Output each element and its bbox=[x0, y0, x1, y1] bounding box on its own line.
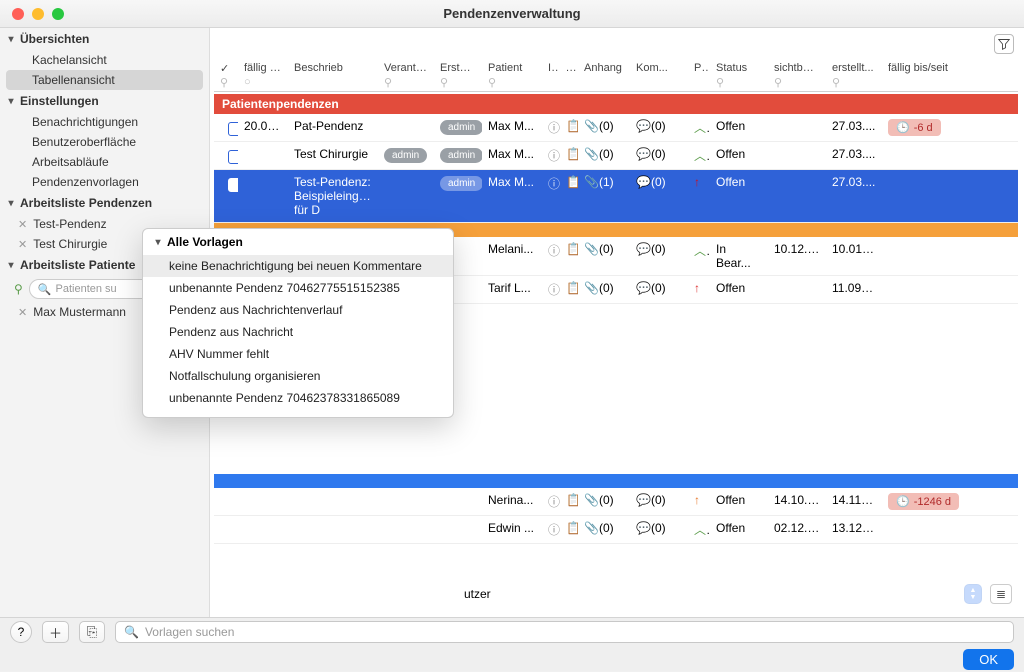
paperclip-icon: 📎 bbox=[584, 281, 599, 295]
priority-up-icon: ︿ bbox=[694, 523, 710, 537]
clipboard-icon: 📋 bbox=[566, 242, 578, 256]
filter-icon bbox=[998, 38, 1010, 50]
creator-badge: admin bbox=[440, 176, 482, 191]
priority-up-icon: ︿ bbox=[694, 149, 710, 163]
paperclip-icon: 📎 bbox=[584, 119, 599, 133]
help-button[interactable]: ? bbox=[10, 621, 32, 643]
sidebar-item-benutzeroberflaeche[interactable]: Benutzeroberfläche bbox=[0, 132, 209, 152]
info-icon: ⓘ bbox=[548, 495, 560, 509]
sidebar-section-einstellungen[interactable]: ▾ Einstellungen bbox=[0, 90, 209, 112]
table-row[interactable]: Edwin ... ⓘ 📋 📎(0) 💬(0) ︿ Offen 02.12.19… bbox=[214, 516, 1018, 544]
search-icon: 🔍 bbox=[124, 625, 139, 639]
info-icon: ⓘ bbox=[548, 244, 560, 258]
paperclip-icon: 📎 bbox=[584, 175, 599, 189]
close-icon[interactable]: ✕ bbox=[18, 218, 27, 231]
ok-button[interactable]: OK bbox=[963, 649, 1014, 670]
info-icon[interactable]: ⓘ bbox=[548, 177, 560, 191]
add-patient-icon[interactable]: ⚲ bbox=[14, 282, 23, 296]
clipboard-icon[interactable]: 📋 bbox=[566, 119, 578, 133]
paperclip-icon: 📎 bbox=[584, 242, 599, 256]
due-badge: 🕒-1246 d bbox=[888, 493, 959, 510]
priority-up-icon: ︿ bbox=[694, 121, 710, 135]
paperclip-icon: 📎 bbox=[584, 493, 599, 507]
info-icon: ⓘ bbox=[548, 523, 560, 537]
row-checkbox[interactable] bbox=[228, 178, 238, 192]
popup-item[interactable]: Notfallschulung organisieren bbox=[143, 365, 453, 387]
table-row[interactable]: Nerina... ⓘ 📋 📎(0) 💬(0) ↑ Offen 14.10.20… bbox=[214, 488, 1018, 516]
sidebar-item-benachrichtigungen[interactable]: Benachrichtigungen bbox=[0, 112, 209, 132]
paperclip-icon: 📎 bbox=[584, 521, 599, 535]
paperclip-icon: 📎 bbox=[584, 147, 599, 161]
add-button[interactable]: ＋ bbox=[42, 621, 69, 643]
creator-badge: admin bbox=[440, 148, 482, 163]
template-search-input[interactable]: 🔍 Vorlagen suchen bbox=[115, 621, 1014, 643]
sidebar-item-tabellenansicht[interactable]: Tabellenansicht bbox=[6, 70, 203, 90]
group-header-patientenpendenzen[interactable]: Patientenpendenzen bbox=[214, 94, 1018, 114]
popup-item[interactable]: Pendenz aus Nachrichtenverlauf bbox=[143, 299, 453, 321]
comment-icon: 💬 bbox=[636, 119, 651, 133]
row-checkbox[interactable] bbox=[228, 122, 238, 136]
popup-item[interactable]: unbenannte Pendenz 70462775515152385 bbox=[143, 277, 453, 299]
sidebar-item-pendenzenvorlagen[interactable]: Pendenzenvorlagen bbox=[0, 172, 209, 192]
comment-icon: 💬 bbox=[636, 493, 651, 507]
sidebar-item-arbeitsablaeufe[interactable]: Arbeitsabläufe bbox=[0, 152, 209, 172]
popup-header[interactable]: ▾ Alle Vorlagen bbox=[143, 229, 453, 255]
table-row[interactable]: Test Chirurgie admin admin Max M... ⓘ 📋 … bbox=[214, 142, 1018, 170]
window-title: Pendenzenverwaltung bbox=[0, 6, 1024, 21]
column-filter-row[interactable]: ⚲ ○ ⚲ ⚲ ⚲ ⚲ ⚲ ⚲ bbox=[214, 76, 1018, 94]
clock-icon: 🕒 bbox=[896, 495, 910, 508]
stepper-control[interactable]: ▲▼ bbox=[964, 584, 982, 604]
due-badge: 🕒-6 d bbox=[888, 119, 941, 136]
summary-text: utzer bbox=[214, 587, 964, 601]
popup-item[interactable]: keine Benachrichtigung bei neuen Komment… bbox=[143, 255, 453, 277]
info-icon: ⓘ bbox=[548, 283, 560, 297]
close-icon[interactable]: ✕ bbox=[18, 238, 27, 251]
filter-button[interactable] bbox=[994, 34, 1014, 54]
search-icon: 🔍 bbox=[38, 283, 52, 296]
chevron-down-icon: ▾ bbox=[6, 96, 16, 107]
sidebar-section-uebersichten[interactable]: ▾ Übersichten bbox=[0, 28, 209, 50]
close-icon[interactable]: ✕ bbox=[18, 306, 27, 319]
responsible-badge: admin bbox=[384, 148, 427, 163]
creator-badge: admin bbox=[440, 120, 482, 135]
templates-popup: ▾ Alle Vorlagen keine Benachrichtigung b… bbox=[142, 228, 454, 418]
comment-icon: 💬 bbox=[636, 175, 651, 189]
chevron-down-icon: ▾ bbox=[6, 198, 16, 209]
chevron-down-icon: ▾ bbox=[6, 34, 16, 45]
comment-icon: 💬 bbox=[636, 147, 651, 161]
clipboard-icon: 📋 bbox=[566, 521, 578, 535]
priority-up-icon: ↑ bbox=[694, 281, 700, 295]
comment-icon: 💬 bbox=[636, 521, 651, 535]
sidebar-section-arbeitsliste-pendenzen[interactable]: ▾ Arbeitsliste Pendenzen bbox=[0, 192, 209, 214]
group-header-blue[interactable] bbox=[214, 474, 1018, 488]
clipboard-icon[interactable]: 📋 bbox=[566, 175, 578, 189]
clock-icon: 🕒 bbox=[896, 121, 910, 134]
priority-up-icon: ︿ bbox=[694, 244, 710, 258]
priority-up-icon: ↑ bbox=[694, 175, 700, 189]
comment-icon: 💬 bbox=[636, 242, 651, 256]
row-checkbox[interactable] bbox=[228, 150, 238, 164]
filter-search-icon[interactable]: ⚲ bbox=[214, 76, 238, 94]
clipboard-icon: 📋 bbox=[566, 281, 578, 295]
popup-item[interactable]: Pendenz aus Nachricht bbox=[143, 321, 453, 343]
popup-item[interactable]: AHV Nummer fehlt bbox=[143, 343, 453, 365]
table-row[interactable]: 20.03.... Pat-Pendenz admin Max M... ⓘ 📋… bbox=[214, 114, 1018, 142]
priority-up-icon: ↑ bbox=[694, 493, 700, 507]
clipboard-icon: 📋 bbox=[566, 493, 578, 507]
chevron-down-icon: ▾ bbox=[153, 237, 163, 248]
chevron-down-icon: ▾ bbox=[6, 260, 16, 271]
sidebar-item-kachelansicht[interactable]: Kachelansicht bbox=[0, 50, 209, 70]
clipboard-icon[interactable]: 📋 bbox=[566, 147, 578, 161]
info-icon[interactable]: ⓘ bbox=[548, 149, 560, 163]
list-view-button[interactable]: ≣ bbox=[990, 584, 1012, 604]
info-icon[interactable]: ⓘ bbox=[548, 121, 560, 135]
comment-icon: 💬 bbox=[636, 281, 651, 295]
table-row-selected[interactable]: Test-Pendenz: Beispieleingabe für D admi… bbox=[214, 170, 1018, 223]
export-button[interactable]: ⎘ bbox=[79, 621, 105, 643]
popup-item[interactable]: unbenannte Pendenz 70462378331865089 bbox=[143, 387, 453, 409]
